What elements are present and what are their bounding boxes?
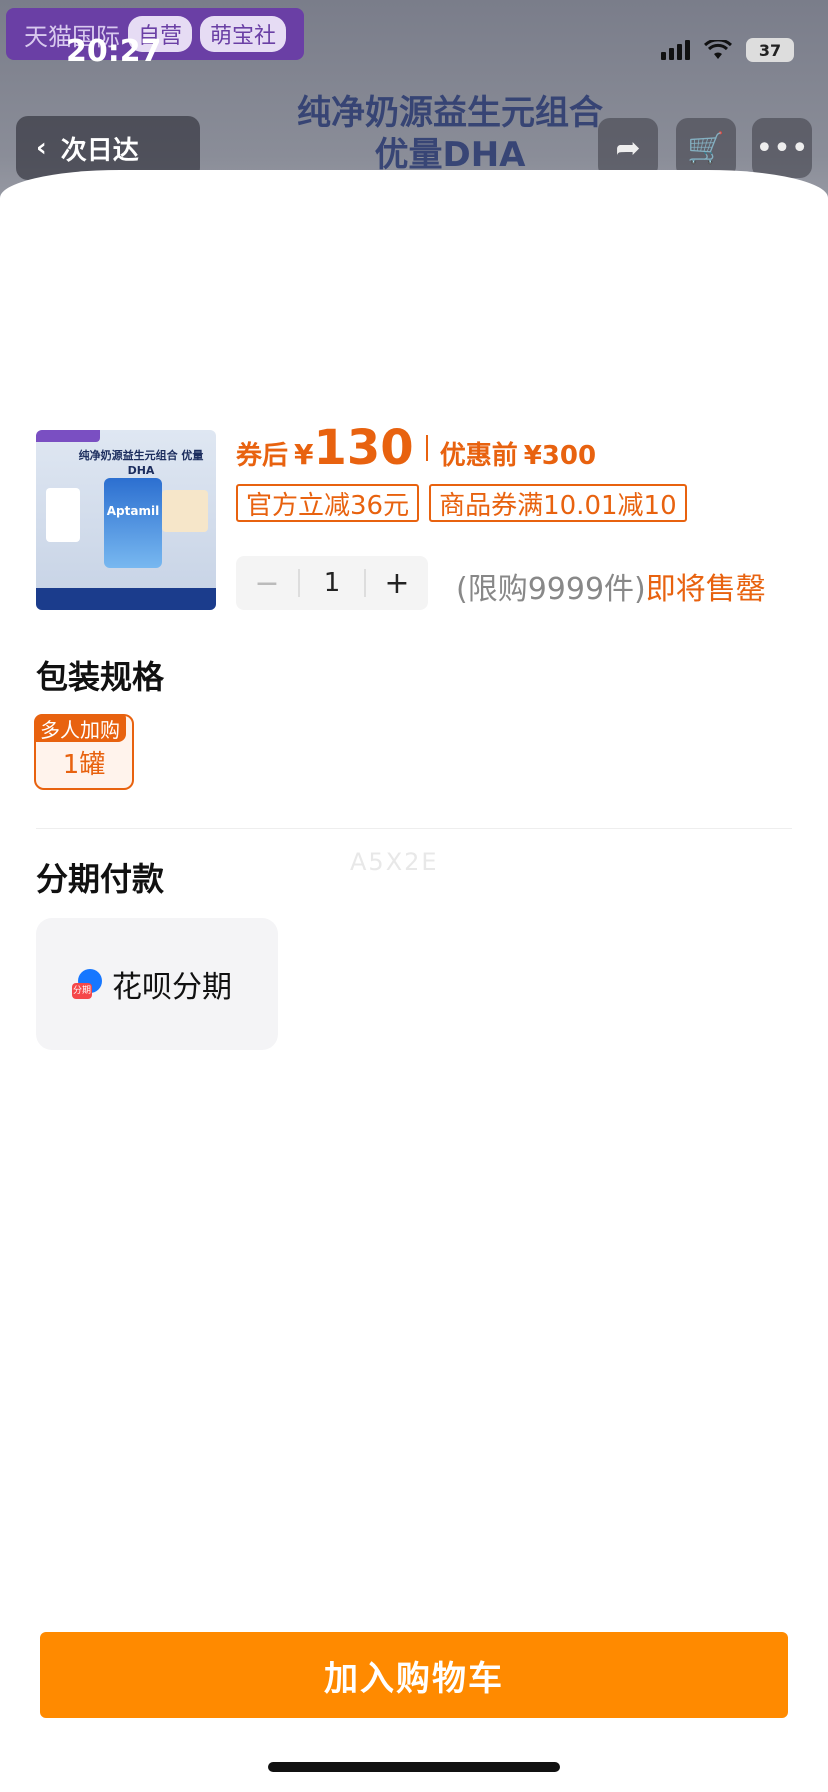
thumb-title: 纯净奶源益生元组合 优量DHA	[78, 449, 204, 477]
original-price: ¥300	[523, 441, 597, 471]
spec-section-title: 包装规格	[36, 658, 165, 696]
installment-section-title: 分期付款	[36, 860, 165, 898]
add-to-cart-button[interactable]: 加入购物车	[40, 1632, 788, 1718]
spec-ribbon: 多人加购	[34, 714, 126, 742]
cart-button[interactable]: 🛒	[676, 118, 736, 178]
product-thumbnail: 纯净奶源益生元组合 优量DHA Aptamil	[36, 430, 216, 610]
spec-option-label: 1罐	[62, 750, 106, 780]
status-indicators: 37	[661, 38, 794, 62]
share-icon: ➦	[615, 130, 641, 166]
home-indicator	[268, 1762, 560, 1772]
spec-option-1-can[interactable]: 多人加购 1罐	[34, 714, 134, 790]
price-row: 券后 ¥ 130 优惠前 ¥300	[236, 420, 596, 476]
quantity-stepper: − 1 +	[236, 556, 428, 610]
huabei-icon: 分期	[72, 969, 102, 999]
price-after-coupon: 130	[313, 420, 414, 476]
currency-symbol: ¥	[294, 438, 314, 471]
cellular-signal-icon	[661, 40, 690, 60]
limit-text: (限购9999件)	[456, 572, 646, 607]
promo-tag: 商品券满10.01减10	[429, 484, 687, 522]
brand-pill-baby-club: 萌宝社	[200, 16, 287, 52]
more-button[interactable]: •••	[752, 118, 812, 178]
price-label: 券后	[236, 441, 289, 471]
background-title-line-1: 纯净奶源益生元组合	[297, 93, 603, 133]
more-icon: •••	[755, 130, 809, 166]
background-page-title: 纯净奶源益生元组合 优量DHA	[270, 92, 630, 176]
promo-tags: 官方立减36元 商品券满10.01减10	[236, 484, 687, 522]
battery-icon: 37	[746, 38, 794, 62]
back-arrow-icon: ‹	[36, 133, 47, 163]
installment-icon-text: 分期	[72, 983, 92, 999]
watermark: A5X2E	[350, 848, 439, 876]
share-button[interactable]: ➦	[598, 118, 658, 178]
increase-button[interactable]: +	[366, 566, 428, 601]
section-divider	[36, 828, 792, 829]
original-price-label: 优惠前	[439, 441, 518, 471]
huabei-installment-option[interactable]: 分期 花呗分期	[36, 918, 278, 1050]
price-divider	[425, 435, 428, 461]
delivery-badge: 次日达	[60, 135, 139, 166]
wifi-icon	[704, 40, 732, 59]
promo-tag: 官方立减36元	[236, 484, 420, 522]
cart-icon: 🛒	[687, 130, 725, 166]
quantity-value[interactable]: 1	[298, 569, 366, 597]
status-time: 20:27	[66, 34, 162, 69]
decrease-button[interactable]: −	[236, 566, 298, 601]
purchase-limit: (限购9999件)即将售罄	[456, 564, 766, 608]
thumb-brand: Aptamil	[104, 478, 162, 568]
installment-option-label: 花呗分期	[112, 970, 232, 1005]
stock-status: 即将售罄	[645, 572, 766, 607]
